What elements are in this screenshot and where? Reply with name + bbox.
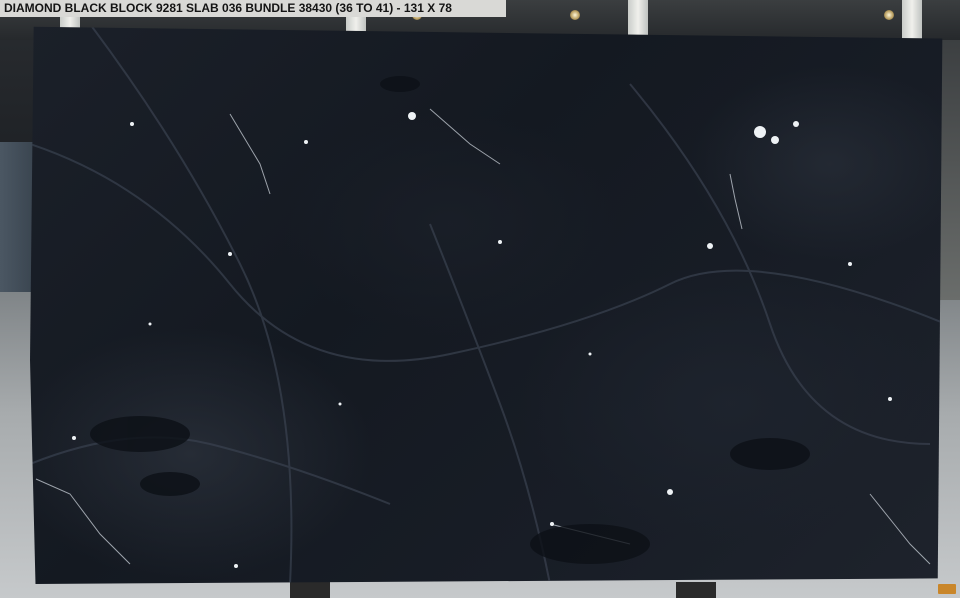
- slab-stand: [290, 582, 330, 598]
- background-slab: [0, 142, 34, 292]
- ceiling-lamp: [884, 10, 894, 20]
- ceiling-lamp: [570, 10, 580, 20]
- slab-stand: [676, 582, 716, 598]
- slab-photo: DIAMOND BLACK BLOCK 9281 SLAB 036 BUNDLE…: [0, 0, 960, 598]
- marble-slab: [30, 26, 943, 584]
- pillar: [902, 0, 922, 40]
- pillar: [628, 0, 648, 40]
- marble-veins: [30, 26, 943, 584]
- logo-watermark: [938, 584, 956, 594]
- slab-caption: DIAMOND BLACK BLOCK 9281 SLAB 036 BUNDLE…: [0, 0, 506, 17]
